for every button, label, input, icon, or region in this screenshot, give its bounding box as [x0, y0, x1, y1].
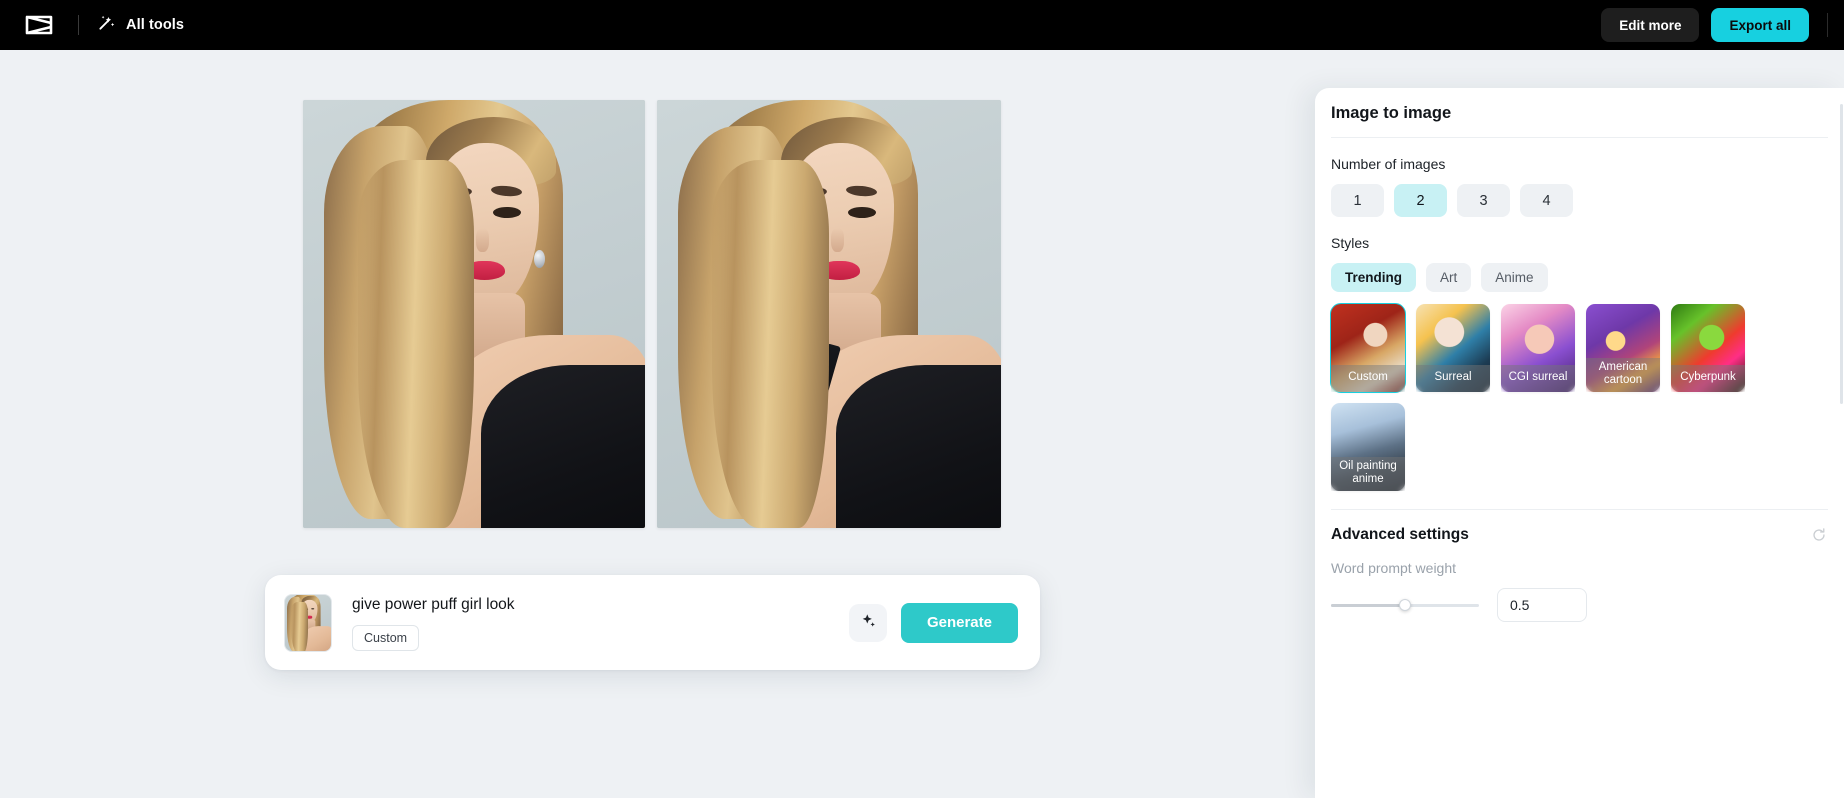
magic-wand-icon — [97, 13, 116, 37]
number-option-4[interactable]: 4 — [1520, 184, 1573, 217]
panel-scrollbar[interactable] — [1840, 104, 1843, 404]
styles-label: Styles — [1331, 235, 1370, 251]
panel-title-divider — [1331, 137, 1828, 138]
portrait-illustration-1 — [303, 100, 645, 528]
all-tools-label: All tools — [126, 17, 185, 33]
prompt-style-tag[interactable]: Custom — [352, 624, 420, 651]
edit-more-button[interactable]: Edit more — [1601, 8, 1700, 42]
panel-title: Image to image — [1331, 104, 1452, 122]
advanced-settings-title: Advanced settings — [1331, 526, 1469, 543]
style-tabs: Trending Art Anime — [1331, 263, 1828, 292]
toolbar-divider — [78, 15, 79, 35]
word-prompt-weight-value[interactable]: 0.5 — [1497, 588, 1587, 622]
number-option-3[interactable]: 3 — [1457, 184, 1510, 217]
top-bar-actions: Edit more Export all — [1601, 8, 1828, 42]
prompt-text-group: give power puff girl look Custom — [352, 595, 849, 651]
top-bar-edge-divider — [1827, 13, 1828, 37]
style-tab-art[interactable]: Art — [1426, 263, 1472, 292]
style-card-label: Surreal — [1416, 365, 1490, 392]
style-card-grid: Custom Surreal CGI surreal American cart… — [1330, 303, 1828, 491]
next-setting-label-clipped — [1331, 634, 1828, 650]
style-card-american-cartoon[interactable]: American cartoon — [1586, 304, 1660, 392]
all-tools-button[interactable]: All tools — [97, 13, 184, 37]
style-card-surreal[interactable]: Surreal — [1416, 304, 1490, 392]
styles-section: Styles Trending Art Anime Custom Surreal… — [1315, 235, 1844, 491]
style-card-label: Custom — [1331, 365, 1405, 392]
number-of-images-label: Number of images — [1331, 156, 1446, 172]
style-card-label: Cyberpunk — [1671, 365, 1745, 392]
style-card-label: Oil painting anime — [1331, 457, 1405, 491]
number-of-images-section: Number of images 1 2 3 4 — [1315, 156, 1844, 217]
advanced-settings-section: Advanced settings Word prompt weight 0.5 — [1315, 526, 1844, 650]
portrait-illustration-2 — [657, 100, 1001, 528]
slider-thumb[interactable] — [1399, 599, 1411, 611]
reset-icon[interactable] — [1810, 526, 1828, 544]
word-prompt-weight-control: 0.5 — [1331, 588, 1828, 622]
advanced-settings-header: Advanced settings — [1331, 526, 1828, 544]
word-prompt-weight-slider[interactable] — [1331, 599, 1479, 611]
style-card-custom[interactable]: Custom — [1330, 303, 1406, 393]
prompt-text[interactable]: give power puff girl look — [352, 595, 849, 615]
thumbnail-portrait — [285, 594, 331, 651]
number-option-1[interactable]: 1 — [1331, 184, 1384, 217]
capcut-logo-icon[interactable] — [16, 8, 62, 42]
style-card-label: CGI surreal — [1501, 365, 1575, 392]
sparkle-enhance-button[interactable] — [848, 603, 887, 642]
generated-image-2[interactable] — [657, 100, 1001, 528]
image-to-image-panel: Image to image Number of images 1 2 3 4 … — [1315, 88, 1844, 798]
top-bar: All tools Edit more Export all — [0, 0, 1844, 50]
style-tab-trending[interactable]: Trending — [1331, 263, 1416, 292]
style-card-label: American cartoon — [1586, 358, 1660, 392]
app-root: All tools Edit more Export all give powe… — [0, 0, 1844, 798]
sparkle-icon — [859, 612, 877, 633]
slider-fill — [1331, 603, 1405, 607]
generate-button[interactable]: Generate — [900, 602, 1018, 643]
prompt-bar: give power puff girl look Custom Generat… — [265, 575, 1040, 670]
export-all-button[interactable]: Export all — [1711, 8, 1809, 42]
generated-images-row — [303, 100, 1001, 528]
style-card-cyberpunk[interactable]: Cyberpunk — [1671, 304, 1745, 392]
style-tab-anime[interactable]: Anime — [1481, 263, 1548, 292]
generated-image-1[interactable] — [303, 100, 645, 528]
number-option-2[interactable]: 2 — [1394, 184, 1447, 217]
number-of-images-options: 1 2 3 4 — [1331, 184, 1828, 217]
style-card-oil-painting-anime[interactable]: Oil painting anime — [1331, 403, 1405, 491]
source-image-thumbnail[interactable] — [284, 593, 332, 652]
word-prompt-weight-label: Word prompt weight — [1331, 560, 1457, 576]
advanced-divider — [1331, 509, 1828, 510]
style-card-cgi-surreal[interactable]: CGI surreal — [1501, 304, 1575, 392]
